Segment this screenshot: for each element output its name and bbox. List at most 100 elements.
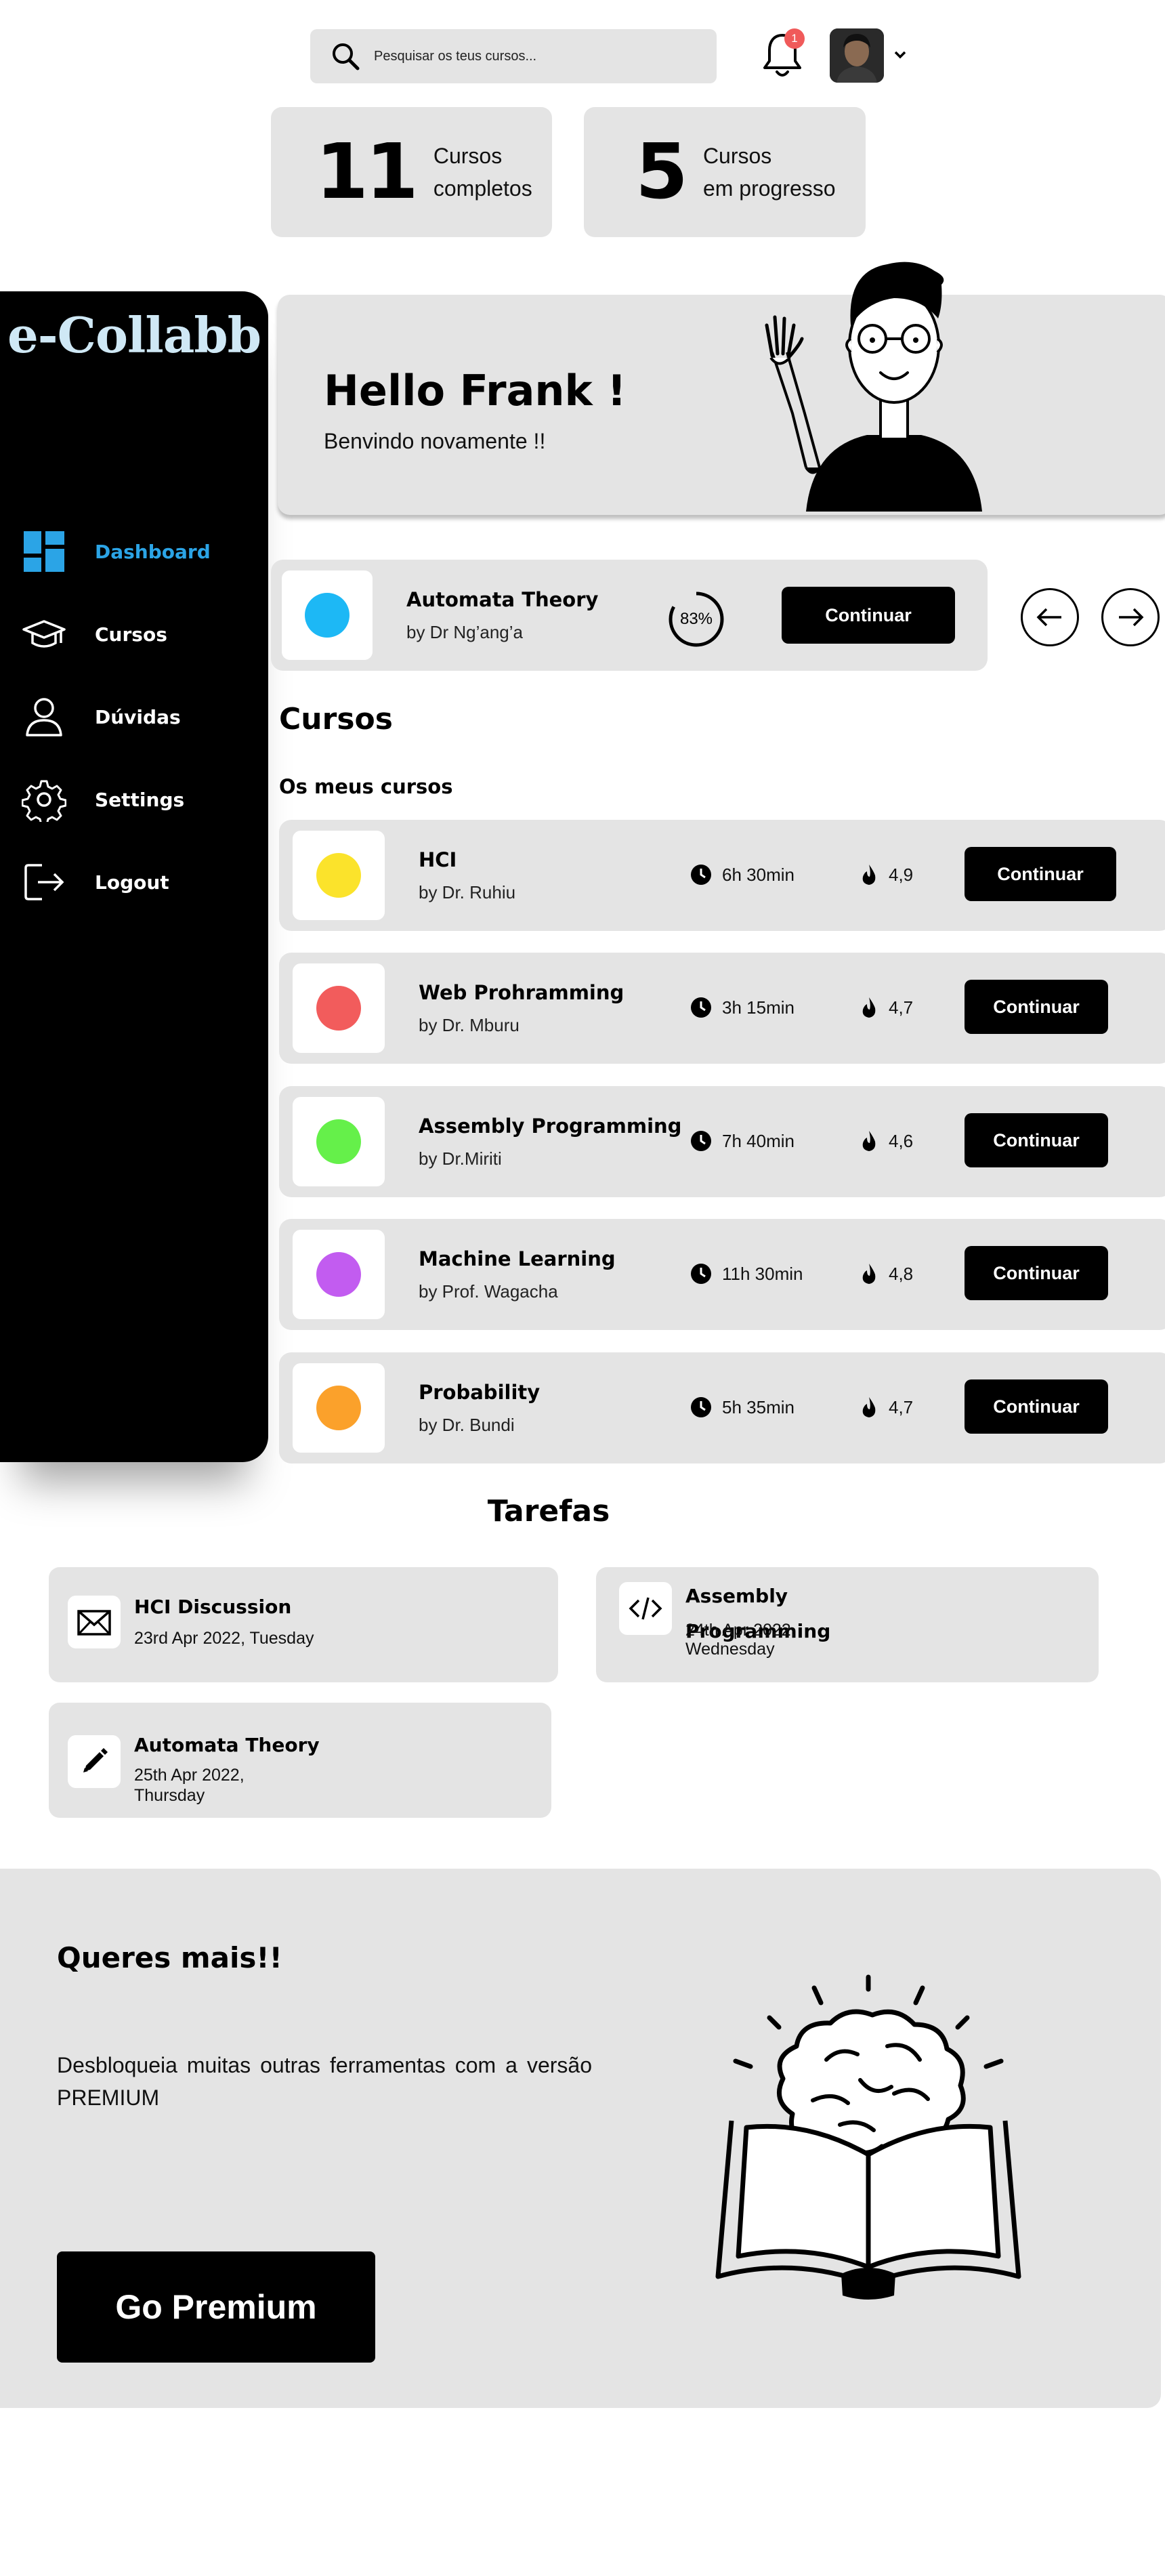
stat-label: Cursos completos xyxy=(433,144,532,201)
avatar[interactable] xyxy=(830,28,884,83)
course-thumbnail xyxy=(293,963,385,1053)
mail-icon xyxy=(77,1610,111,1636)
course-row[interactable]: Machine Learning by Prof. Wagacha 11h 30mi… xyxy=(279,1219,1165,1330)
logout-icon xyxy=(24,864,64,900)
task-card[interactable]: Assembly Programming 24th Apr 2022, Wedn… xyxy=(596,1567,1099,1682)
course-title: Web Prohramming xyxy=(419,981,624,1004)
task-date: 25th Apr 2022, xyxy=(134,1766,245,1785)
course-instructor: by Dr. Bundi xyxy=(419,1415,515,1435)
course-rating: 4,7 xyxy=(859,996,913,1019)
course-thumbnail xyxy=(293,831,385,920)
task-date-line2: Thursday xyxy=(134,1786,205,1805)
course-duration: 6h 30min xyxy=(690,863,795,886)
flame-icon xyxy=(862,1264,876,1284)
continue-button[interactable]: Continuar xyxy=(965,1246,1108,1300)
premium-title: Queres mais!! xyxy=(57,1941,282,1974)
stat-courses-in-progress: 5 Cursos em progresso xyxy=(584,107,866,237)
course-rating: 4,9 xyxy=(859,863,913,886)
task-title: Assembly xyxy=(685,1585,788,1607)
task-title: Automata Theory xyxy=(134,1734,320,1756)
course-instructor: by Prof. Wagacha xyxy=(419,1281,558,1302)
progress-label: 83% xyxy=(679,610,713,628)
sidebar-item-settings[interactable]: Settings xyxy=(0,772,268,827)
course-rating: 4,7 xyxy=(859,1396,913,1419)
sidebar-item-label: Cursos xyxy=(95,623,167,646)
task-date: 24th Apr 2022, xyxy=(685,1621,796,1640)
course-row[interactable]: HCI by Dr. Ruhiu 6h 30min 4,9 Continuar xyxy=(279,820,1165,931)
notification-badge: 1 xyxy=(784,28,805,49)
course-row[interactable]: Probability by Dr. Bundi 5h 35min 4,7 Contin… xyxy=(279,1352,1165,1463)
clock-icon xyxy=(691,997,711,1018)
sidebar-item-label: Dúvidas xyxy=(95,705,181,728)
course-duration: 3h 15min xyxy=(690,996,795,1019)
course-instructor: by Dr. Ruhiu xyxy=(419,882,516,902)
course-row[interactable]: Web Prohramming by Dr. Mburu 3h 15min 4,7 Co… xyxy=(279,953,1165,1064)
app-logo: e-Collabb xyxy=(7,306,261,364)
search-bar[interactable]: Pesquisar os teus cursos... xyxy=(310,29,717,83)
sidebar-item-dashboard[interactable]: Dashboard xyxy=(0,524,268,579)
chevron-down-icon[interactable] xyxy=(890,45,910,65)
sidebar-item-label: Logout xyxy=(95,871,169,894)
stat-completed-courses: 11 Cursos completos xyxy=(271,107,552,237)
course-color-dot xyxy=(316,853,361,898)
continue-button[interactable]: Continuar xyxy=(782,587,955,644)
stat-label: Cursos em progresso xyxy=(702,144,836,201)
clock-icon xyxy=(691,1264,711,1284)
continue-button[interactable]: Continuar xyxy=(965,847,1116,901)
course-title: HCI xyxy=(419,848,457,871)
brain-book-illustration xyxy=(715,1974,1021,2300)
go-premium-button[interactable]: Go Premium xyxy=(57,2251,375,2363)
course-color-dot xyxy=(316,1386,361,1430)
course-row[interactable]: Assembly Programming by Dr.Miriti 7h 40min… xyxy=(279,1086,1165,1197)
my-courses-subtitle: Os meus cursos xyxy=(279,775,453,798)
course-color-dot xyxy=(316,986,361,1031)
tasks-section-title: Tarefas xyxy=(487,1494,610,1529)
flame-icon xyxy=(862,865,876,885)
welcome-subtitle: Benvindo novamente !! xyxy=(324,429,546,453)
course-duration: 7h 40min xyxy=(690,1129,795,1152)
task-date: 23rd Apr 2022, Tuesday xyxy=(134,1629,314,1648)
current-course-card[interactable]: Automata Theory by Dr Ng’ang’a 83% Conti… xyxy=(271,560,988,671)
dashboard-icon xyxy=(24,531,64,572)
course-instructor: by Dr.Miriti xyxy=(419,1148,502,1169)
flame-icon xyxy=(862,1131,876,1151)
course-thumbnail xyxy=(282,570,373,660)
task-card[interactable]: Automata Theory 25th Apr 2022, Thursday xyxy=(49,1703,551,1818)
course-instructor: by Dr Ng’ang’a xyxy=(406,622,523,642)
search-input[interactable]: Pesquisar os teus cursos... xyxy=(374,49,536,64)
sidebar-item-logout[interactable]: Logout xyxy=(0,855,268,909)
course-title: Automata Theory xyxy=(406,588,599,611)
waving-person-illustration xyxy=(765,262,982,512)
flame-icon xyxy=(862,997,876,1018)
task-thumbnail xyxy=(68,1735,121,1788)
premium-description: Desbloqueia muitas outras ferramentas co… xyxy=(57,2053,592,2110)
course-color-dot xyxy=(316,1252,361,1297)
course-color-dot xyxy=(305,593,350,638)
task-thumbnail xyxy=(619,1582,672,1635)
continue-button[interactable]: Continuar xyxy=(965,980,1108,1034)
previous-button[interactable] xyxy=(1021,588,1079,646)
sidebar-item-cursos[interactable]: Cursos xyxy=(0,607,268,661)
course-title: Machine Learning xyxy=(419,1247,616,1270)
course-duration: 5h 35min xyxy=(690,1396,795,1419)
continue-button[interactable]: Continuar xyxy=(965,1113,1108,1167)
graduation-cap-icon xyxy=(22,620,66,648)
course-rating: 4,8 xyxy=(859,1262,913,1285)
code-icon xyxy=(629,1597,662,1620)
course-thumbnail xyxy=(293,1097,385,1186)
gear-icon xyxy=(22,780,66,822)
course-instructor: by Dr. Mburu xyxy=(419,1015,520,1035)
course-thumbnail xyxy=(293,1363,385,1453)
search-icon xyxy=(333,43,360,70)
course-rating: 4,6 xyxy=(859,1129,913,1152)
task-card[interactable]: HCI Discussion 23rd Apr 2022, Tuesday xyxy=(49,1567,558,1682)
course-thumbnail xyxy=(293,1230,385,1319)
sidebar-item-duvidas[interactable]: Dúvidas xyxy=(0,690,268,744)
next-button[interactable] xyxy=(1101,588,1160,646)
clock-icon xyxy=(691,1131,711,1151)
arrow-left-icon xyxy=(1036,608,1061,627)
pencil-icon xyxy=(83,1748,108,1772)
course-duration: 11h 30min xyxy=(690,1262,803,1285)
continue-button[interactable]: Continuar xyxy=(965,1379,1108,1434)
clock-icon xyxy=(691,865,711,885)
